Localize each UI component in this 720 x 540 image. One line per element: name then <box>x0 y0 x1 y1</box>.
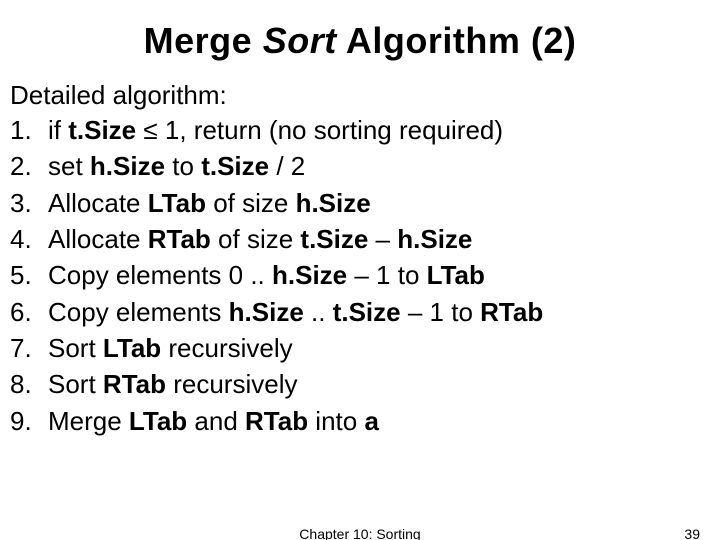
step-item: 5.Copy elements 0 .. h.Size – 1 to LTab <box>10 258 710 294</box>
step-number: 6. <box>10 295 48 329</box>
step-text: Merge LTab and RTab into a <box>48 404 710 438</box>
step-item: 9.Merge LTab and RTab into a <box>10 404 710 440</box>
step-item: 3.Allocate LTab of size h.Size <box>10 186 710 222</box>
step-item: 2.set h.Size to t.Size / 2 <box>10 149 710 185</box>
algorithm-steps: 1.if t.Size ≤ 1, return (no sorting requ… <box>10 113 710 440</box>
slide-title: Merge Sort Algorithm (2) <box>10 20 710 62</box>
step-number: 8. <box>10 367 48 401</box>
step-number: 2. <box>10 149 48 183</box>
step-text: Copy elements 0 .. h.Size – 1 to LTab <box>48 258 710 292</box>
step-text: set h.Size to t.Size / 2 <box>48 149 710 183</box>
slide: Merge Sort Algorithm (2) Detailed algori… <box>0 0 720 540</box>
step-number: 7. <box>10 331 48 365</box>
step-item: 6.Copy elements h.Size .. t.Size – 1 to … <box>10 295 710 331</box>
step-text: Allocate LTab of size h.Size <box>48 186 710 220</box>
step-item: 4.Allocate RTab of size t.Size – h.Size <box>10 222 710 258</box>
step-number: 5. <box>10 258 48 292</box>
step-number: 4. <box>10 222 48 256</box>
step-text: Allocate RTab of size t.Size – h.Size <box>48 222 710 256</box>
step-item: 1.if t.Size ≤ 1, return (no sorting requ… <box>10 113 710 149</box>
step-item: 8.Sort RTab recursively <box>10 367 710 403</box>
title-post: Algorithm (2) <box>337 20 577 61</box>
title-italic: Sort <box>263 20 337 61</box>
intro-text: Detailed algorithm: <box>10 80 710 111</box>
footer-chapter: Chapter 10: Sorting <box>0 526 720 540</box>
title-pre: Merge <box>144 20 263 61</box>
step-text: Sort LTab recursively <box>48 331 710 365</box>
step-item: 7.Sort LTab recursively <box>10 331 710 367</box>
step-text: Copy elements h.Size .. t.Size – 1 to RT… <box>48 295 710 329</box>
footer-page-number: 39 <box>684 526 700 540</box>
step-number: 3. <box>10 186 48 220</box>
step-number: 9. <box>10 404 48 438</box>
step-text: Sort RTab recursively <box>48 367 710 401</box>
step-text: if t.Size ≤ 1, return (no sorting requir… <box>48 113 710 147</box>
step-number: 1. <box>10 113 48 147</box>
